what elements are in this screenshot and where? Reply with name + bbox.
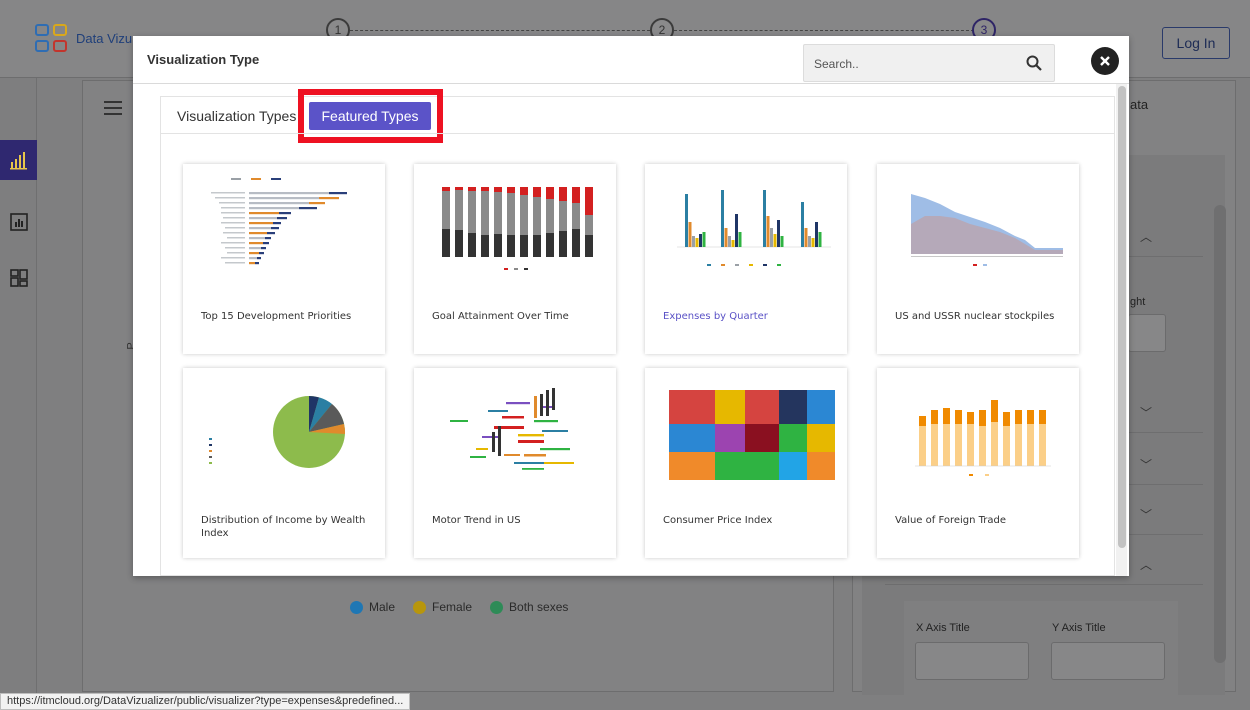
field-label-fragment: ght bbox=[1130, 296, 1146, 308]
visualization-type-modal: Visualization Type Visualization Types F… bbox=[133, 36, 1129, 576]
y-axis-title-label: Y Axis Title bbox=[1052, 622, 1106, 634]
search-input[interactable] bbox=[814, 54, 1010, 74]
dashboard-icon bbox=[9, 269, 28, 287]
menu-icon[interactable] bbox=[104, 101, 122, 115]
legend-dot bbox=[350, 600, 363, 614]
y-axis-title-input[interactable] bbox=[1051, 642, 1165, 680]
rail-chart-button[interactable] bbox=[0, 140, 37, 180]
app-logo bbox=[35, 24, 69, 54]
viz-card-foreign-trade[interactable]: Value of Foreign Trade bbox=[877, 368, 1079, 558]
close-icon bbox=[1100, 56, 1110, 66]
chevron-down-icon[interactable]: ﹀ bbox=[1140, 404, 1152, 421]
legend-dot bbox=[413, 600, 427, 614]
settings-input[interactable] bbox=[1128, 314, 1166, 352]
viz-card-goal-attainment[interactable]: Goal Attainment Over Time bbox=[414, 164, 616, 354]
stacked-column-chart-thumbnail bbox=[442, 187, 593, 270]
legend-label: Both sexes bbox=[509, 600, 569, 614]
pie-chart-thumbnail bbox=[209, 395, 346, 468]
treemap-thumbnail bbox=[669, 390, 835, 480]
search-icon[interactable] bbox=[1026, 55, 1042, 71]
step-connector bbox=[674, 30, 974, 31]
viz-card-title: Consumer Price Index bbox=[663, 515, 773, 526]
modal-title: Visualization Type bbox=[147, 52, 260, 67]
viz-card-title: Distribution of Income by Wealth Index bbox=[201, 515, 366, 539]
viz-card-motor-trend[interactable]: Motor Trend in US bbox=[414, 368, 616, 558]
chevron-down-icon[interactable]: ﹀ bbox=[1140, 506, 1152, 523]
viz-card-title: Expenses by Quarter bbox=[663, 311, 768, 322]
stacked-bar-chart-thumbnail bbox=[915, 400, 1051, 476]
legend-item-female[interactable]: Female bbox=[413, 600, 472, 614]
divider bbox=[160, 133, 1115, 134]
area-chart-thumbnail bbox=[911, 194, 1063, 266]
horizontal-bar-chart-thumbnail bbox=[211, 178, 347, 265]
viz-card-title: Motor Trend in US bbox=[432, 515, 521, 526]
chevron-up-icon[interactable]: ︿ bbox=[1140, 556, 1152, 573]
rail-report-button[interactable] bbox=[0, 202, 37, 242]
login-button[interactable]: Log In bbox=[1162, 27, 1230, 59]
legend-label: Male bbox=[369, 600, 396, 614]
report-icon bbox=[9, 213, 28, 231]
close-button[interactable] bbox=[1091, 47, 1119, 75]
chevron-up-icon[interactable]: ︿ bbox=[1140, 228, 1152, 245]
viz-card-expenses-by-quarter[interactable]: Expenses by Quarter bbox=[645, 164, 847, 354]
app-name: Data Vizu bbox=[76, 31, 133, 46]
legend-dot bbox=[490, 600, 504, 614]
bar-chart-icon bbox=[9, 152, 27, 170]
word-cloud-thumbnail bbox=[450, 388, 574, 470]
modal-scrollbar-thumb[interactable] bbox=[1118, 86, 1126, 548]
step-connector bbox=[350, 30, 650, 31]
tab-featured-types[interactable]: Featured Types bbox=[309, 102, 431, 130]
left-rail bbox=[0, 78, 37, 710]
settings-panel-title: ata bbox=[1130, 97, 1149, 112]
rail-dashboard-button[interactable] bbox=[0, 258, 37, 298]
x-axis-title-input[interactable] bbox=[915, 642, 1029, 680]
viz-card-title: Goal Attainment Over Time bbox=[432, 311, 569, 322]
chevron-down-icon[interactable]: ﹀ bbox=[1140, 456, 1152, 473]
x-axis-title-label: X Axis Title bbox=[916, 622, 970, 634]
legend-label: Female bbox=[432, 600, 473, 614]
chart-legend: Male Female Both sexes bbox=[350, 600, 568, 614]
grouped-column-chart-thumbnail bbox=[677, 190, 831, 266]
divider bbox=[885, 584, 1203, 585]
divider bbox=[133, 83, 1129, 84]
status-url: https://itmcloud.org/DataVizualizer/publ… bbox=[0, 693, 411, 710]
viz-card-nuclear-stockpiles[interactable]: US and USSR nuclear stockpiles bbox=[877, 164, 1079, 354]
viz-card-title: Value of Foreign Trade bbox=[895, 515, 1007, 526]
viz-card-title: US and USSR nuclear stockpiles bbox=[895, 311, 1055, 322]
viz-card-consumer-price-index[interactable]: Consumer Price Index bbox=[645, 368, 847, 558]
legend-item-male[interactable]: Male bbox=[350, 600, 395, 614]
settings-scrollbar[interactable] bbox=[1214, 205, 1226, 663]
tab-visualization-types[interactable]: Visualization Types bbox=[177, 102, 296, 130]
viz-card-development-priorities[interactable]: Top 15 Development Priorities bbox=[183, 164, 385, 354]
search-box bbox=[803, 44, 1055, 82]
viz-card-title: Top 15 Development Priorities bbox=[201, 311, 352, 322]
legend-item-both[interactable]: Both sexes bbox=[490, 600, 568, 614]
viz-card-income-distribution[interactable]: Distribution of Income by Wealth Index bbox=[183, 368, 385, 558]
